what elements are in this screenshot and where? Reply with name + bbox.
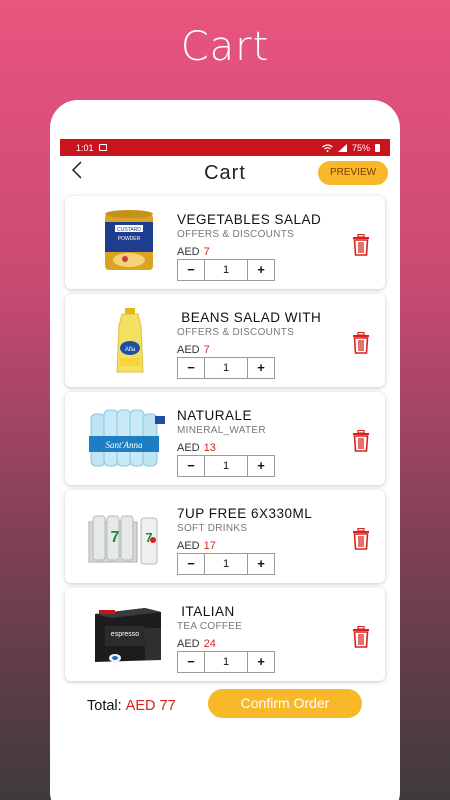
item-name: NATURALE [177,408,253,423]
status-time: 1:01 [76,142,94,153]
total-label: Total: [87,698,122,714]
svg-text:POWDER: POWDER [118,236,141,242]
cart-item: 7 7 7UP FREE 6X330ML SOFT DRINKS AED 17 −… [65,490,385,583]
oil-bottle-image: Afia [116,308,144,373]
svg-text:Sant'Anna: Sant'Anna [106,440,143,450]
price-value: 17 [203,540,216,552]
decrease-quantity-button[interactable]: − [178,260,205,280]
item-price: AED 7 [177,344,210,356]
price-currency: AED [177,344,200,356]
trash-icon[interactable] [351,332,371,354]
cart-item: Afia BEANS SALAD WITH OFFERS & DISCOUNTS… [65,294,385,387]
preview-button[interactable]: PREVIEW [318,161,388,185]
cart-item: espresso ITALIAN TEA COFFEE AED 24 − 1 + [65,588,385,681]
svg-text:espresso: espresso [111,631,140,638]
item-price: AED 17 [177,540,216,552]
quantity-stepper: − 1 + [177,259,275,281]
confirm-order-button[interactable]: Confirm Order [208,689,362,718]
signal-icon [337,143,347,152]
decrease-quantity-button[interactable]: − [178,358,205,378]
item-category: OFFERS & DISCOUNTS [177,229,295,240]
price-value: 7 [203,344,210,356]
item-name: BEANS SALAD WITH [177,310,322,325]
item-category: OFFERS & DISCOUNTS [177,327,295,338]
increase-quantity-button[interactable]: + [247,358,274,378]
battery-icon [375,143,380,152]
increase-quantity-button[interactable]: + [247,456,274,476]
cart-item: Sant'Anna NATURALE MINERAL_WATER AED 13 −… [65,392,385,485]
item-price: AED 7 [177,246,210,258]
price-value: 13 [203,442,216,454]
decrease-quantity-button[interactable]: − [178,456,205,476]
trash-icon[interactable] [351,626,371,648]
price-currency: AED [177,246,200,258]
status-bar: 1:01 75% [60,139,390,156]
item-price: AED 13 [177,442,216,454]
promo-title: Cart [180,24,270,70]
svg-text:CUSTARD: CUSTARD [117,227,141,233]
item-category: SOFT DRINKS [177,523,248,534]
increase-quantity-button[interactable]: + [247,554,274,574]
decrease-quantity-button[interactable]: − [178,652,205,672]
wifi-icon [322,143,333,152]
price-value: 7 [203,246,210,258]
cart-item: CUSTARD POWDER VEGETABLES SALAD OFFERS &… [65,196,385,289]
total-summary: Total: AED 77 [87,698,176,714]
quantity-value: 1 [222,362,230,374]
price-value: 24 [203,638,216,650]
quantity-stepper: − 1 + [177,651,275,673]
price-currency: AED [177,540,200,552]
soda-can-pack-image: 7 7 [88,515,158,565]
battery-level: 75% [351,142,370,153]
price-currency: AED [177,442,200,454]
quantity-stepper: − 1 + [177,553,275,575]
trash-icon[interactable] [351,528,371,550]
gallery-icon [98,144,107,151]
decrease-quantity-button[interactable]: − [178,554,205,574]
item-name: VEGETABLES SALAD [177,212,322,227]
trash-icon[interactable] [351,430,371,452]
quantity-stepper: − 1 + [177,357,275,379]
quantity-value: 1 [222,264,230,276]
app-bar: Cart PREVIEW [60,156,390,192]
price-currency: AED [177,638,200,650]
increase-quantity-button[interactable]: + [247,652,274,672]
app-screen: 1:01 75% Cart PREVIEW CUSTARD POWDER VEG… [60,139,390,800]
quantity-value: 1 [222,656,230,668]
item-category: TEA COFFEE [177,621,243,632]
svg-text:Afia: Afia [125,347,136,353]
svg-text:7: 7 [111,529,120,546]
item-category: MINERAL_WATER [177,425,266,436]
espresso-box-image: espresso [95,608,161,662]
quantity-value: 1 [222,460,230,472]
water-bottle-pack-image: Sant'Anna [89,409,165,467]
item-price: AED 24 [177,638,216,650]
item-name: ITALIAN [177,604,235,619]
cart-footer: Total: AED 77 Confirm Order [60,689,390,719]
total-value: AED 77 [125,698,176,714]
quantity-value: 1 [222,558,230,570]
quantity-stepper: − 1 + [177,455,275,477]
item-name: 7UP FREE 6X330ML [177,506,313,521]
increase-quantity-button[interactable]: + [247,260,274,280]
custard-powder-can-image: CUSTARD POWDER [105,210,153,270]
trash-icon[interactable] [351,234,371,256]
